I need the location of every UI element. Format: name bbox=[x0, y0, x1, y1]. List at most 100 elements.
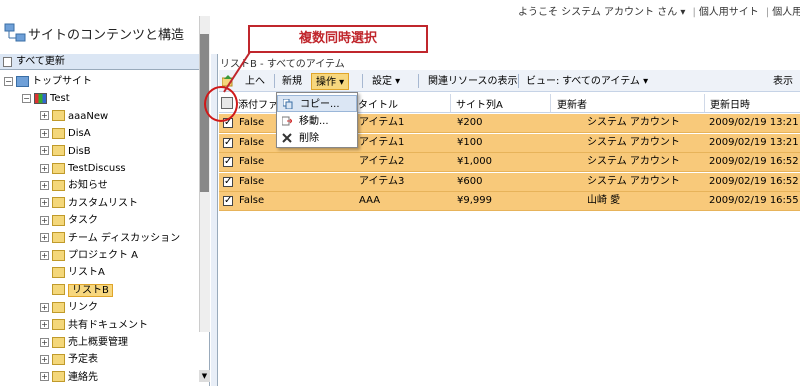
tree-item[interactable]: + お知らせ bbox=[40, 177, 108, 194]
tree-item[interactable]: + タスク bbox=[40, 212, 98, 229]
expand-icon[interactable]: + bbox=[40, 250, 49, 260]
annotation-callout: 複数同時選択 bbox=[248, 25, 428, 53]
list-icon bbox=[52, 214, 65, 226]
breadcrumb: リストB - すべてのアイテム bbox=[220, 59, 345, 70]
expand-icon[interactable]: + bbox=[40, 320, 49, 330]
tree-item[interactable]: + チーム ディスカッション bbox=[40, 230, 180, 247]
column-header-attachment[interactable]: 添付ファ bbox=[238, 96, 278, 111]
tree-item[interactable]: リストB bbox=[52, 282, 113, 299]
settings-menu-button[interactable]: 設定 ▾ bbox=[372, 73, 400, 90]
actions-menu-button[interactable]: 操作 ▾ bbox=[311, 73, 350, 90]
welcome-menu[interactable]: ようこそ システム アカウント さん ▾ bbox=[518, 7, 685, 18]
cell-site-col-a: ¥9,999 bbox=[457, 195, 492, 207]
site-structure-icon bbox=[4, 23, 26, 42]
list-icon bbox=[52, 127, 65, 139]
tree-item[interactable]: + プロジェクト A bbox=[40, 247, 138, 264]
tree-item-label: リンク bbox=[68, 302, 98, 314]
expand-icon[interactable]: + bbox=[40, 215, 49, 225]
tree-item-label: TestDiscuss bbox=[68, 163, 126, 174]
tree-item-label: リストB bbox=[68, 283, 113, 297]
menu-item-move[interactable]: 移動... bbox=[277, 113, 357, 130]
tree-item-label: お知らせ bbox=[68, 180, 108, 192]
expand-icon[interactable]: + bbox=[40, 163, 49, 173]
refresh-all-button[interactable]: すべて更新 bbox=[0, 54, 209, 70]
expand-icon[interactable]: + bbox=[40, 111, 49, 121]
list-icon bbox=[52, 353, 65, 365]
actions-menu: コピー... 移動... 削除 bbox=[276, 92, 358, 148]
collapse-icon[interactable]: − bbox=[22, 93, 31, 103]
tree-item[interactable]: + DisB bbox=[40, 143, 91, 160]
menu-item-delete-label: 削除 bbox=[299, 133, 319, 144]
tree-item[interactable]: + aaaNew bbox=[40, 108, 108, 125]
cell-title: アイテム3 bbox=[359, 175, 405, 187]
list-icon bbox=[52, 162, 65, 174]
show-button[interactable]: 表示 bbox=[773, 73, 793, 90]
tree-item-label: DisA bbox=[68, 128, 91, 140]
row-checkbox[interactable]: ✓ bbox=[223, 176, 233, 187]
up-button[interactable]: 上へ bbox=[245, 73, 265, 90]
new-button[interactable]: 新規 bbox=[282, 73, 302, 90]
expand-icon[interactable]: + bbox=[40, 372, 49, 382]
my-site-link[interactable]: 個人用サイト bbox=[699, 7, 759, 18]
cell-modified-by: 山崎 愛 bbox=[587, 195, 621, 207]
column-divider bbox=[704, 94, 705, 112]
expand-icon[interactable]: + bbox=[40, 354, 49, 364]
toolbar-divider bbox=[274, 74, 275, 88]
move-icon bbox=[282, 116, 292, 126]
expand-icon[interactable]: + bbox=[40, 146, 49, 156]
expand-icon[interactable]: + bbox=[40, 302, 49, 312]
tree-item[interactable]: + カスタムリスト bbox=[40, 195, 138, 212]
related-resources-button[interactable]: 関連リソースの表示 bbox=[428, 73, 518, 90]
tree-item[interactable]: + リンク bbox=[40, 299, 98, 316]
expand-icon[interactable]: + bbox=[40, 198, 49, 208]
cell-attachment: False bbox=[239, 156, 265, 168]
row-checkbox[interactable]: ✓ bbox=[223, 137, 233, 148]
my-links-menu[interactable]: 個人用リンク ▾ bbox=[772, 7, 800, 18]
cell-modified: 2009/02/19 13:21 bbox=[709, 117, 799, 128]
cell-modified: 2009/02/19 16:55 bbox=[709, 195, 799, 207]
expand-icon[interactable]: + bbox=[40, 337, 49, 347]
expand-icon[interactable]: + bbox=[40, 180, 49, 190]
tree-item[interactable]: + 売上概要管理 bbox=[40, 334, 128, 351]
copy-icon bbox=[283, 99, 293, 109]
expand-icon[interactable]: + bbox=[40, 128, 49, 138]
cell-modified: 2009/02/19 16:52 bbox=[709, 175, 799, 187]
tree-item[interactable]: + TestDiscuss bbox=[40, 160, 126, 177]
cell-modified: 2009/02/19 13:21 bbox=[709, 136, 799, 148]
tree-item[interactable]: + 予定表 bbox=[40, 351, 98, 368]
cell-modified: 2009/02/19 16:52 bbox=[709, 156, 799, 168]
row-checkbox[interactable]: ✓ bbox=[223, 196, 233, 207]
column-header-site-col-a[interactable]: サイト列A bbox=[456, 96, 503, 111]
table-row[interactable]: ✓ False アイテム2 ¥1,000 システム アカウント 2009/02/19 16… bbox=[219, 153, 800, 173]
tree-item-label: プロジェクト A bbox=[68, 250, 139, 261]
list-icon bbox=[52, 232, 65, 244]
cell-attachment: False bbox=[239, 136, 265, 148]
table-row[interactable]: ✓ False アイテム3 ¥600 システム アカウント 2009/02/19 16:5… bbox=[219, 172, 800, 192]
tree-item-label: 連絡先 bbox=[68, 371, 98, 383]
row-checkbox[interactable]: ✓ bbox=[223, 157, 233, 168]
column-header-modified-by[interactable]: 更新者 bbox=[557, 96, 587, 111]
collapse-icon[interactable]: − bbox=[4, 76, 13, 86]
table-row[interactable]: ✓ False AAA ¥9,999 山崎 愛 2009/02/19 16:55 bbox=[219, 192, 800, 212]
menu-item-delete[interactable]: 削除 bbox=[277, 130, 357, 147]
view-selector[interactable]: すべてのアイテム ▾ bbox=[562, 73, 648, 90]
tree-item[interactable]: + DisA bbox=[40, 125, 91, 142]
list-icon bbox=[52, 284, 65, 296]
menu-item-copy[interactable]: コピー... bbox=[277, 95, 357, 112]
tree-item[interactable]: リストA bbox=[52, 264, 105, 281]
menu-item-move-label: 移動... bbox=[299, 116, 329, 127]
tree-item[interactable]: + 連絡先 bbox=[40, 369, 98, 386]
tree-item[interactable]: − Test bbox=[22, 90, 70, 107]
tree-item[interactable]: − トップサイト bbox=[4, 73, 92, 90]
column-header-modified[interactable]: 更新日時 bbox=[710, 96, 750, 111]
column-header-title[interactable]: タイトル bbox=[358, 96, 398, 111]
cell-modified-by: システム アカウント bbox=[587, 156, 680, 168]
toolbar-divider bbox=[518, 74, 519, 88]
welcome-bar: ようこそ システム アカウント さん ▾|個人用サイト|個人用リンク ▾ bbox=[518, 3, 800, 18]
tree-item-label: 共有ドキュメント bbox=[68, 319, 148, 331]
expand-icon[interactable]: + bbox=[40, 233, 49, 243]
tree-item-label: リストA bbox=[68, 267, 105, 279]
scroll-down-button[interactable]: ▼ bbox=[199, 370, 210, 382]
tree-item[interactable]: + 共有ドキュメント bbox=[40, 317, 148, 334]
cell-modified-by: システム アカウント bbox=[587, 175, 680, 187]
